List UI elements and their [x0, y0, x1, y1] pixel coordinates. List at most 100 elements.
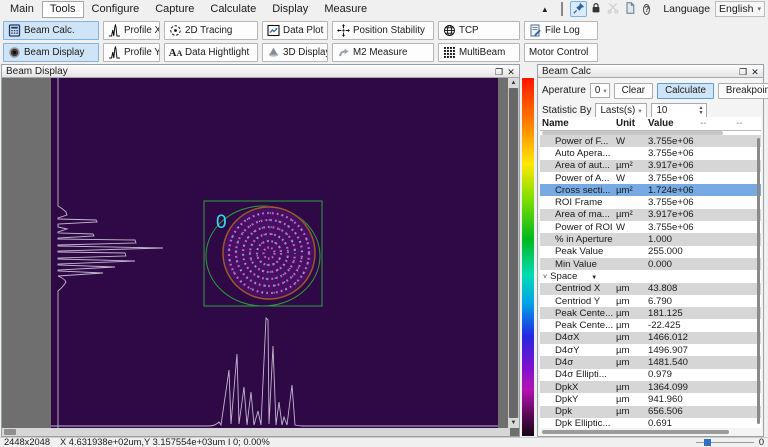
- lock-button[interactable]: [587, 1, 604, 17]
- toolbar-button-position-stability[interactable]: Position Stability: [332, 21, 434, 40]
- expander-icon[interactable]: ˅: [543, 274, 547, 281]
- breakpoint-button[interactable]: Breakpoint: [717, 82, 768, 99]
- row-name: D4σ: [542, 357, 616, 368]
- table-row[interactable]: ˅ Space ▼: [540, 270, 761, 283]
- collapse-button[interactable]: ▲: [536, 1, 553, 17]
- table-vertical-scrollbar[interactable]: [756, 136, 761, 426]
- menu-tools[interactable]: Tools: [41, 1, 84, 18]
- table-row[interactable]: DpkX µm 1364.099: [540, 380, 761, 394]
- table-row[interactable]: Area of ma... µm² 3.917e+06: [540, 208, 761, 222]
- table-row[interactable]: D4σ Ellipti... 0.979: [540, 368, 761, 381]
- row-name: ˅ Space ▼: [542, 271, 616, 282]
- toolbar-button-beam-calc-[interactable]: Beam Calc.: [3, 21, 99, 40]
- toolbar: Beam Calc. Profile X 2D Tracing Data Plot Po…: [0, 19, 768, 64]
- toolbar-button-beam-display[interactable]: Beam Display: [3, 43, 99, 62]
- menu-display[interactable]: Display: [264, 1, 316, 18]
- language-dropdown[interactable]: English ▾: [715, 1, 765, 17]
- table-row[interactable]: Dpk µm 656.506: [540, 405, 761, 418]
- toolbar-button-label: 3D Display: [283, 47, 328, 58]
- table-row[interactable]: Cross secti... µm² 1.724e+06: [540, 184, 761, 197]
- table-row[interactable]: Min Value 0.000: [540, 257, 761, 271]
- menu-capture[interactable]: Capture: [147, 1, 202, 18]
- close-icon[interactable]: ✕: [749, 66, 761, 77]
- document-button[interactable]: [621, 1, 638, 17]
- aperture-label: Aperature: [542, 85, 586, 96]
- table-row[interactable]: ROI Frame 3.755e+06: [540, 196, 761, 209]
- toolbar-button-label: 2D Tracing: [185, 25, 233, 36]
- chevron-down-icon: ▾: [757, 6, 761, 13]
- table-header-stat2[interactable]: --: [736, 118, 760, 129]
- toolbar-button-2d-tracing[interactable]: 2D Tracing: [164, 21, 258, 40]
- float-icon[interactable]: ❐: [737, 66, 749, 77]
- beam-vertical-scrollbar[interactable]: ▲ ▼: [508, 78, 519, 428]
- toolbar-button-3d-display[interactable]: 3D Display: [262, 43, 328, 62]
- toolbar-button-multibeam[interactable]: MultiBeam: [438, 43, 520, 62]
- table-row[interactable]: Power of ROI W 3.755e+06: [540, 221, 761, 234]
- float-icon[interactable]: ❐: [493, 66, 505, 77]
- aperture-select[interactable]: 0 ▾: [589, 83, 610, 98]
- toolbar-button-file-log[interactable]: File Log: [524, 21, 598, 40]
- statistic-count-spinner[interactable]: 10 ▲ ▼: [651, 103, 708, 118]
- beam-horizontal-scrollbar[interactable]: [2, 428, 510, 436]
- toolbar-button-data-hightlight[interactable]: AA Data Hightlight: [164, 43, 258, 62]
- statusbar: 2448x2048 X 4.631938e+02um,Y 3.157554e+0…: [0, 437, 768, 447]
- help-button[interactable]: ?: [638, 1, 655, 17]
- table-row[interactable]: Power of A... W 3.755e+06: [540, 171, 761, 185]
- table-row[interactable]: DpkY µm 941.960: [540, 393, 761, 406]
- toolbar-button-tcp[interactable]: TCP: [438, 21, 520, 40]
- beam-calc-header: Beam Calc ❐ ✕: [538, 65, 763, 78]
- table-top-scrollbar[interactable]: [540, 131, 761, 135]
- row-value: 1.724e+06: [648, 184, 694, 196]
- menu-measure[interactable]: Measure: [316, 1, 375, 18]
- table-row[interactable]: Power of F... W 3.755e+06: [540, 135, 761, 148]
- menu-calculate[interactable]: Calculate: [202, 1, 264, 18]
- table-row[interactable]: D4σY µm 1496.907: [540, 344, 761, 357]
- toolbar-button-data-plot[interactable]: Data Plot: [262, 21, 328, 40]
- row-name-text: Area of ma...: [555, 209, 610, 221]
- menubar-right-controls: ▲? Language English ▾: [536, 1, 765, 17]
- table-row[interactable]: Peak Cente... µm 181.125: [540, 307, 761, 320]
- toolbar-button-motor-control[interactable]: Motor Control: [524, 43, 598, 62]
- beam-display-content: 0 ▲ ▼: [2, 78, 519, 436]
- row-value: 255.000: [648, 246, 683, 258]
- calculate-button[interactable]: Calculate: [657, 82, 714, 99]
- row-name: D4σY: [542, 345, 616, 356]
- scroll-down-icon[interactable]: ▼: [508, 418, 519, 428]
- close-icon[interactable]: ✕: [505, 66, 517, 77]
- row-unit: µm: [616, 332, 630, 344]
- table-horizontal-scrollbar[interactable]: [542, 430, 755, 434]
- menu-configure[interactable]: Configure: [84, 1, 148, 18]
- toolbar-button-m2-measure[interactable]: M2 Measure: [332, 43, 434, 62]
- row-name-text: Centriod X: [555, 283, 601, 295]
- table-row[interactable]: Peak Value 255.000: [540, 245, 761, 258]
- statistic-by-select[interactable]: Lasts(s) ▾: [595, 103, 648, 118]
- pin-button[interactable]: [570, 1, 588, 17]
- table-header-stat1[interactable]: --: [700, 118, 736, 129]
- table-row[interactable]: Auto Apera... 3.755e+06: [540, 147, 761, 160]
- table-header-name[interactable]: Name: [542, 118, 616, 129]
- table-row[interactable]: D4σ µm 1481.540: [540, 356, 761, 369]
- table-row[interactable]: % in Aperture 1.000: [540, 233, 761, 246]
- spinner-arrows-icon[interactable]: ▲ ▼: [696, 104, 705, 117]
- toolbar-button-profile-x[interactable]: Profile X: [103, 21, 160, 40]
- slider-handle[interactable]: [703, 439, 711, 446]
- table-row[interactable]: Centriod Y µm 6.790: [540, 294, 761, 308]
- table-header-value[interactable]: Value: [648, 118, 700, 129]
- table-row[interactable]: Dpk Elliptic... 0.691: [540, 417, 761, 428]
- scrollbar-thumb[interactable]: [509, 88, 518, 418]
- table-row[interactable]: Centriod X µm 43.808: [540, 282, 761, 295]
- clear-button[interactable]: Clear: [613, 82, 654, 99]
- table-row[interactable]: D4σX µm 1466.012: [540, 331, 761, 345]
- scrollbar-thumb[interactable]: [4, 429, 16, 435]
- table-row[interactable]: Area of aut... µm² 3.917e+06: [540, 159, 761, 172]
- filelog-icon: [529, 24, 542, 37]
- cut-button[interactable]: [604, 1, 621, 17]
- scroll-up-icon[interactable]: ▲: [508, 78, 519, 88]
- table-row[interactable]: Peak Cente... µm -22.425: [540, 319, 761, 332]
- menu-main[interactable]: Main: [2, 1, 42, 18]
- status-slider[interactable]: [695, 439, 754, 447]
- toolbar-button-profile-y[interactable]: Profile Y: [103, 43, 160, 62]
- beam-thumbnail-button[interactable]: [553, 1, 570, 17]
- table-header-unit[interactable]: Unit: [616, 118, 648, 129]
- beam-image-canvas[interactable]: 0: [51, 78, 498, 428]
